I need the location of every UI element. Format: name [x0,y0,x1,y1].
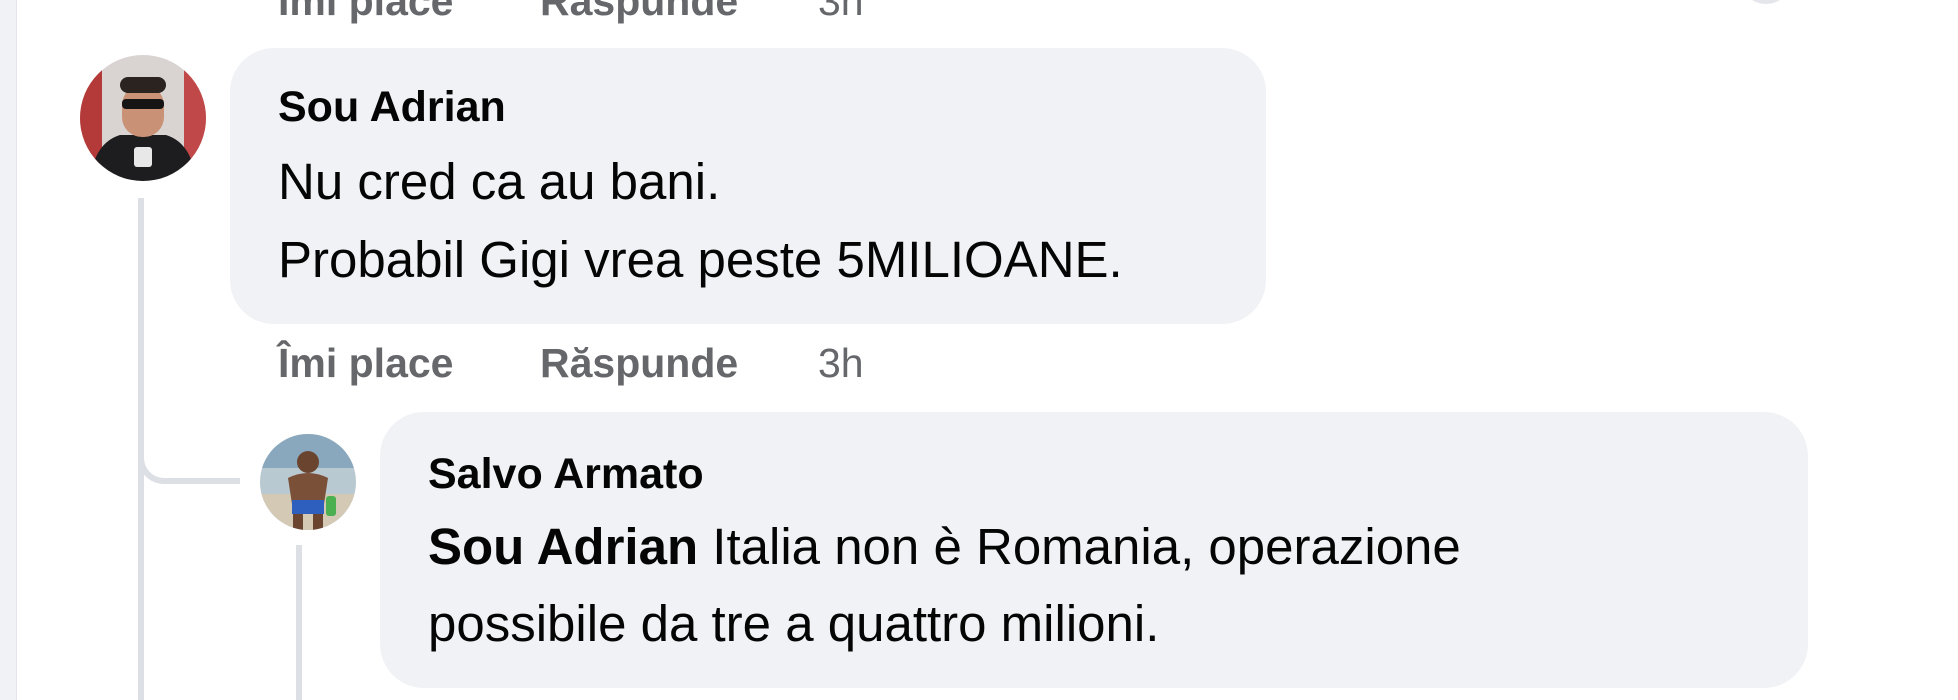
prev-timestamp[interactable]: 3h [818,0,864,25]
reply-text-line-2: possibile da tre a quattro milioni. [428,595,1160,652]
reply-avatar-photo-icon [260,434,356,530]
thread-line-reply [296,545,302,700]
reply-text-line-1: Sou Adrian Italia non è Romania, operazi… [428,517,1461,576]
page-left-edge [0,0,17,700]
more-options-icon[interactable] [1742,0,1790,4]
comment-text-line-2: Probabil Gigi vrea peste 5MILIOANE. [278,231,1123,288]
reply-text-part: Italia non è Romania, operazione [712,518,1461,575]
prev-like-button[interactable]: Îmi place [278,0,453,25]
comment-author[interactable]: Sou Adrian [278,83,506,132]
mention-link[interactable]: Sou Adrian [428,518,698,575]
thread-connector-reply [138,430,240,484]
reply-avatar[interactable] [260,434,356,530]
reply-author[interactable]: Salvo Armato [428,450,704,499]
like-button[interactable]: Îmi place [278,340,453,387]
reply-button[interactable]: Răspunde [540,340,738,387]
avatar[interactable] [80,55,206,181]
comment-text-line-1: Nu cred ca au bani. [278,153,721,210]
avatar-photo-icon [80,55,206,181]
comment-timestamp[interactable]: 3h [818,340,864,387]
prev-reply-button[interactable]: Răspunde [540,0,738,25]
